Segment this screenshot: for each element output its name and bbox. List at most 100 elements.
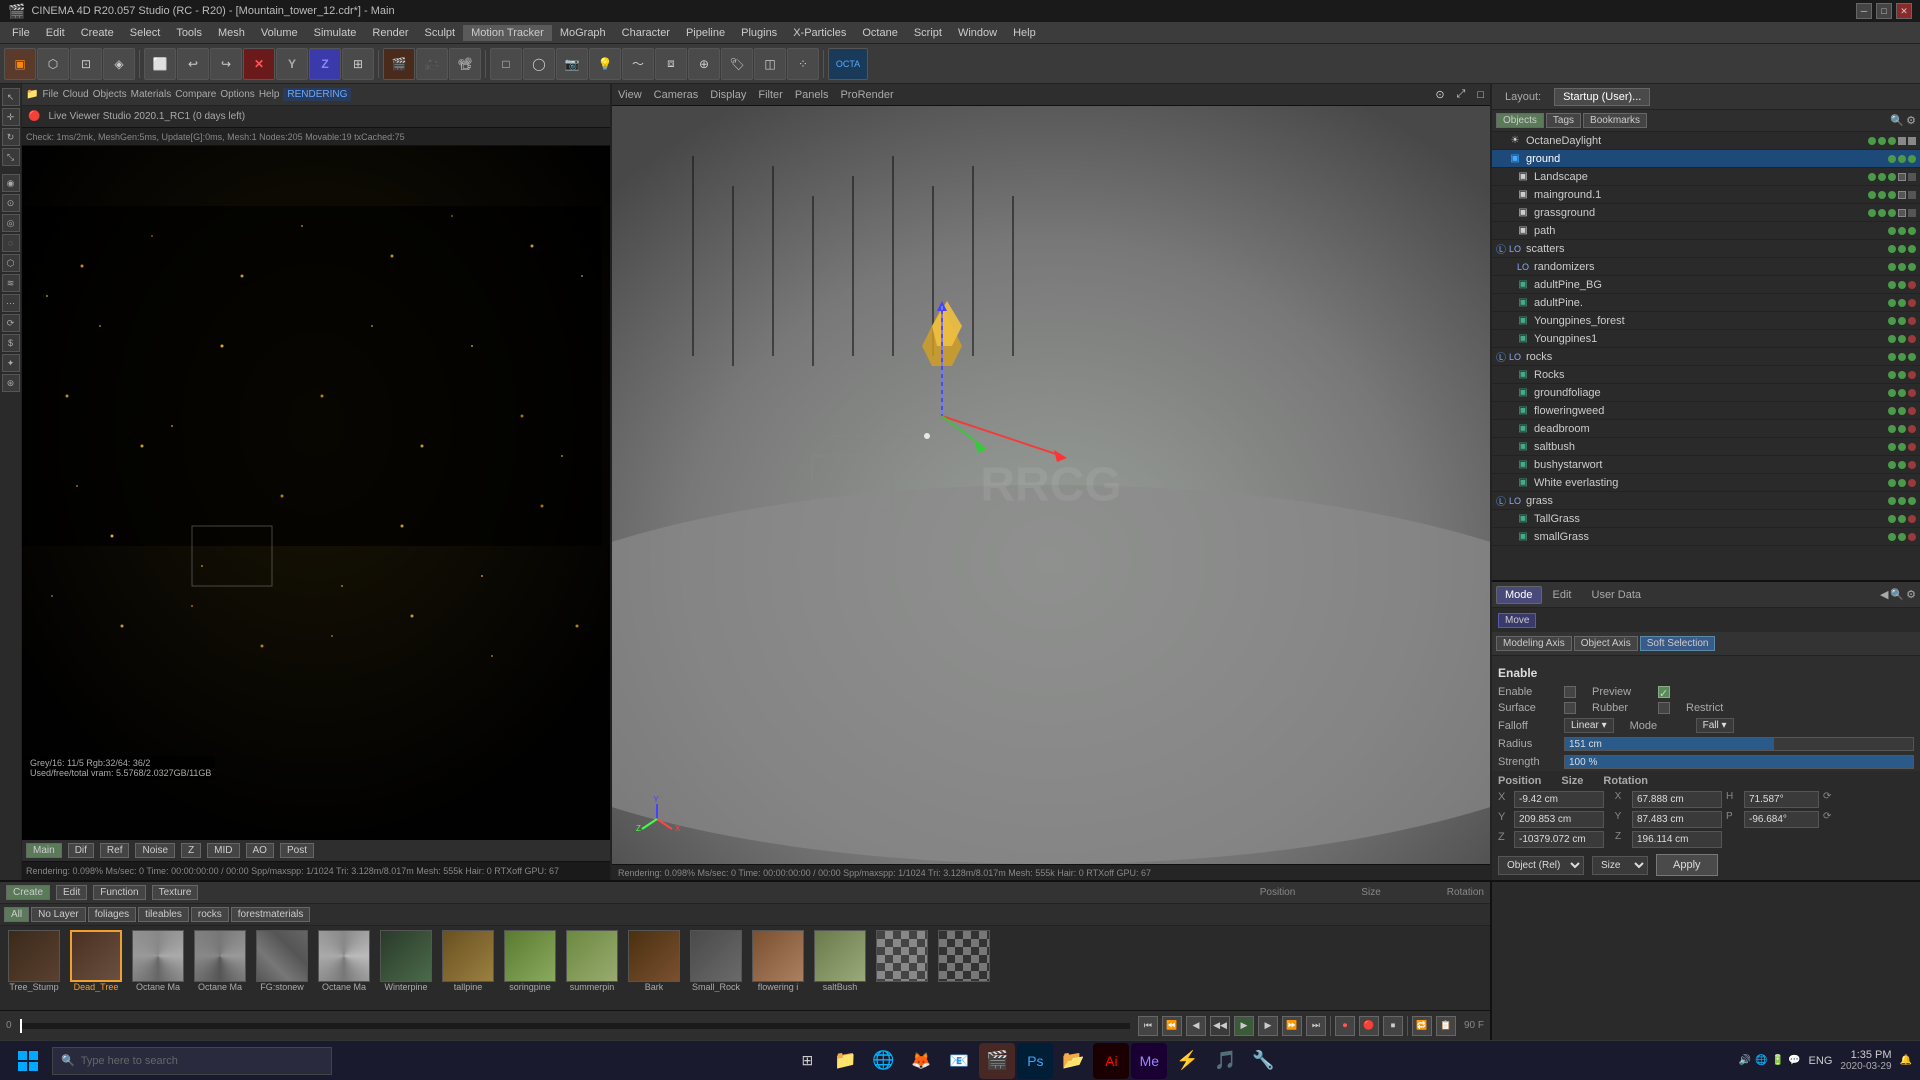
toolbar-octane[interactable]: OCTA xyxy=(828,48,868,80)
filter-rocks[interactable]: rocks xyxy=(191,907,229,922)
obj-groundfoliage[interactable]: ▣ groundfoliage xyxy=(1492,384,1920,402)
x-h2-field[interactable] xyxy=(1744,791,1819,808)
surface-checkbox[interactable] xyxy=(1564,702,1576,714)
obj-grass-lo[interactable]: Ⓛ LO grass xyxy=(1492,492,1920,510)
props-back-btn[interactable]: ◀ xyxy=(1880,588,1888,601)
left-brush11[interactable]: ⊛ xyxy=(2,374,20,392)
menu-mesh[interactable]: Mesh xyxy=(210,25,253,41)
toolbar-model-btn[interactable]: ▣ xyxy=(4,48,36,80)
mat-item-deadtree[interactable]: Dead_Tree xyxy=(66,930,126,992)
filter-nolayer[interactable]: No Layer xyxy=(31,907,86,922)
obj-whiteeverlasting[interactable]: ▣ White everlasting xyxy=(1492,474,1920,492)
objects-list[interactable]: ☀ OctaneDaylight ▣ ground xyxy=(1492,132,1920,580)
vp-tab-view[interactable]: View xyxy=(618,89,642,101)
obj-tab-bookmarks[interactable]: Bookmarks xyxy=(1583,113,1647,128)
render-tab-materials[interactable]: Materials xyxy=(131,89,172,100)
coord-type-dropdown[interactable]: Object (Rel) Object (Abs) World xyxy=(1498,856,1584,875)
y-h-field[interactable] xyxy=(1632,811,1722,828)
obj-rocks[interactable]: ▣ Rocks xyxy=(1492,366,1920,384)
toolbar-select-all[interactable]: ⬜ xyxy=(144,48,176,80)
obj-saltbush[interactable]: ▣ saltbush xyxy=(1492,438,1920,456)
mat-item-octane1[interactable]: Octane Ma xyxy=(128,930,188,992)
render-tab-options[interactable]: Options xyxy=(220,89,254,100)
render-tab-ao[interactable]: AO xyxy=(246,843,274,858)
filter-forestmaterials[interactable]: forestmaterials xyxy=(231,907,311,922)
obj-youngpines1[interactable]: ▣ Youngpines1 xyxy=(1492,330,1920,348)
vp-tab-filter[interactable]: Filter xyxy=(758,89,782,101)
render-tab-file[interactable]: File xyxy=(42,89,58,100)
app-files[interactable]: 📂 xyxy=(1055,1043,1091,1079)
nav-move-btn[interactable]: Move xyxy=(1498,613,1536,628)
rubber-checkbox[interactable] xyxy=(1658,702,1670,714)
radius-slider-track[interactable]: 151 cm xyxy=(1564,737,1914,751)
menu-motiontracker[interactable]: Motion Tracker xyxy=(463,25,552,41)
obj-rocks-lo[interactable]: Ⓛ LO rocks xyxy=(1492,348,1920,366)
y-pos-field[interactable] xyxy=(1514,811,1604,828)
stab-objectaxis[interactable]: Object Axis xyxy=(1574,636,1638,651)
toolbar-sphere[interactable]: ◯ xyxy=(523,48,555,80)
z-pos-field[interactable] xyxy=(1514,831,1604,848)
menu-pipeline[interactable]: Pipeline xyxy=(678,25,733,41)
render-tab-rendering[interactable]: RENDERING xyxy=(283,88,351,101)
taskbar-search-bar[interactable]: 🔍 Type here to search xyxy=(52,1047,332,1075)
play-first[interactable]: ⏮ xyxy=(1138,1016,1158,1036)
props-more-btn[interactable]: ⚙ xyxy=(1906,588,1916,601)
enable-checkbox[interactable] xyxy=(1564,686,1576,698)
play-prev-key[interactable]: ⏪ xyxy=(1162,1016,1182,1036)
menu-render[interactable]: Render xyxy=(364,25,416,41)
left-brush4[interactable]: ◌ xyxy=(2,234,20,252)
stab-modelingaxis[interactable]: Modeling Axis xyxy=(1496,636,1572,651)
left-brush9[interactable]: $ xyxy=(2,334,20,352)
toolbar-redo[interactable]: ↪ xyxy=(210,48,242,80)
x-h-field[interactable] xyxy=(1632,791,1722,808)
render-tab-ref[interactable]: Ref xyxy=(100,843,130,858)
app-explorer[interactable]: 📁 xyxy=(827,1043,863,1079)
app-me[interactable]: Me xyxy=(1131,1043,1167,1079)
left-brush10[interactable]: ✦ xyxy=(2,354,20,372)
app-photoshop[interactable]: Ps xyxy=(1017,1043,1053,1079)
toolbar-light[interactable]: 💡 xyxy=(589,48,621,80)
mat-item-summerpin[interactable]: summerpin xyxy=(562,930,622,992)
obj-adultpine-bg[interactable]: ▣ adultPine_BG xyxy=(1492,276,1920,294)
tl-tab-edit[interactable]: Edit xyxy=(56,885,87,900)
obj-floweringweed[interactable]: ▣ floweringweed xyxy=(1492,402,1920,420)
app-firefox[interactable]: 🦊 xyxy=(903,1043,939,1079)
minimize-btn[interactable]: ─ xyxy=(1856,3,1872,19)
obj-ground[interactable]: ▣ ground xyxy=(1492,150,1920,168)
mat-item-octane2[interactable]: Octane Ma xyxy=(190,930,250,992)
obj-deadbroom[interactable]: ▣ deadbroom xyxy=(1492,420,1920,438)
render-tab-objects[interactable]: Objects xyxy=(93,89,127,100)
vp-tab-cameras[interactable]: Cameras xyxy=(654,89,699,101)
menu-file[interactable]: File xyxy=(4,25,38,41)
toolbar-x[interactable]: ✕ xyxy=(243,48,275,80)
filter-tileables[interactable]: tileables xyxy=(138,907,189,922)
toolbar-renderview[interactable]: 📽 xyxy=(449,48,481,80)
obj-youngpines-forest[interactable]: ▣ Youngpines_forest xyxy=(1492,312,1920,330)
mat-item-check1[interactable] xyxy=(872,930,932,992)
app-adobe[interactable]: Ai xyxy=(1093,1043,1129,1079)
menu-plugins[interactable]: Plugins xyxy=(733,25,785,41)
obj-bushystarwort[interactable]: ▣ bushystarwort xyxy=(1492,456,1920,474)
record-btn[interactable]: ⏺ xyxy=(1335,1016,1355,1036)
app-taskview[interactable]: ⊞ xyxy=(789,1043,825,1079)
app-extra1[interactable]: ⚡ xyxy=(1169,1043,1205,1079)
obj-path[interactable]: ▣ path xyxy=(1492,222,1920,240)
vp-tab-panels[interactable]: Panels xyxy=(795,89,829,101)
render-tab-dif[interactable]: Dif xyxy=(68,843,94,858)
vp-icon3[interactable]: □ xyxy=(1477,89,1484,101)
menu-tools[interactable]: Tools xyxy=(168,25,210,41)
play-next[interactable]: ▶ xyxy=(1258,1016,1278,1036)
mat-item-winterpine[interactable]: Winterpine xyxy=(376,930,436,992)
vp-tab-prorender[interactable]: ProRender xyxy=(840,89,893,101)
play-back[interactable]: ◀◀ xyxy=(1210,1016,1230,1036)
mat-item-tallpine[interactable]: tallpine xyxy=(438,930,498,992)
stab-softselection[interactable]: Soft Selection xyxy=(1640,636,1716,651)
left-rotate-btn[interactable]: ↻ xyxy=(2,128,20,146)
falloff-dropdown[interactable]: Linear ▾ xyxy=(1564,718,1614,733)
left-brush3[interactable]: ◎ xyxy=(2,214,20,232)
toolbar-spline[interactable]: 〜 xyxy=(622,48,654,80)
obj-octanedaylight[interactable]: ☀ OctaneDaylight xyxy=(1492,132,1920,150)
menu-create[interactable]: Create xyxy=(73,25,122,41)
left-brush1[interactable]: ◉ xyxy=(2,174,20,192)
filter-foliages[interactable]: foliages xyxy=(88,907,136,922)
